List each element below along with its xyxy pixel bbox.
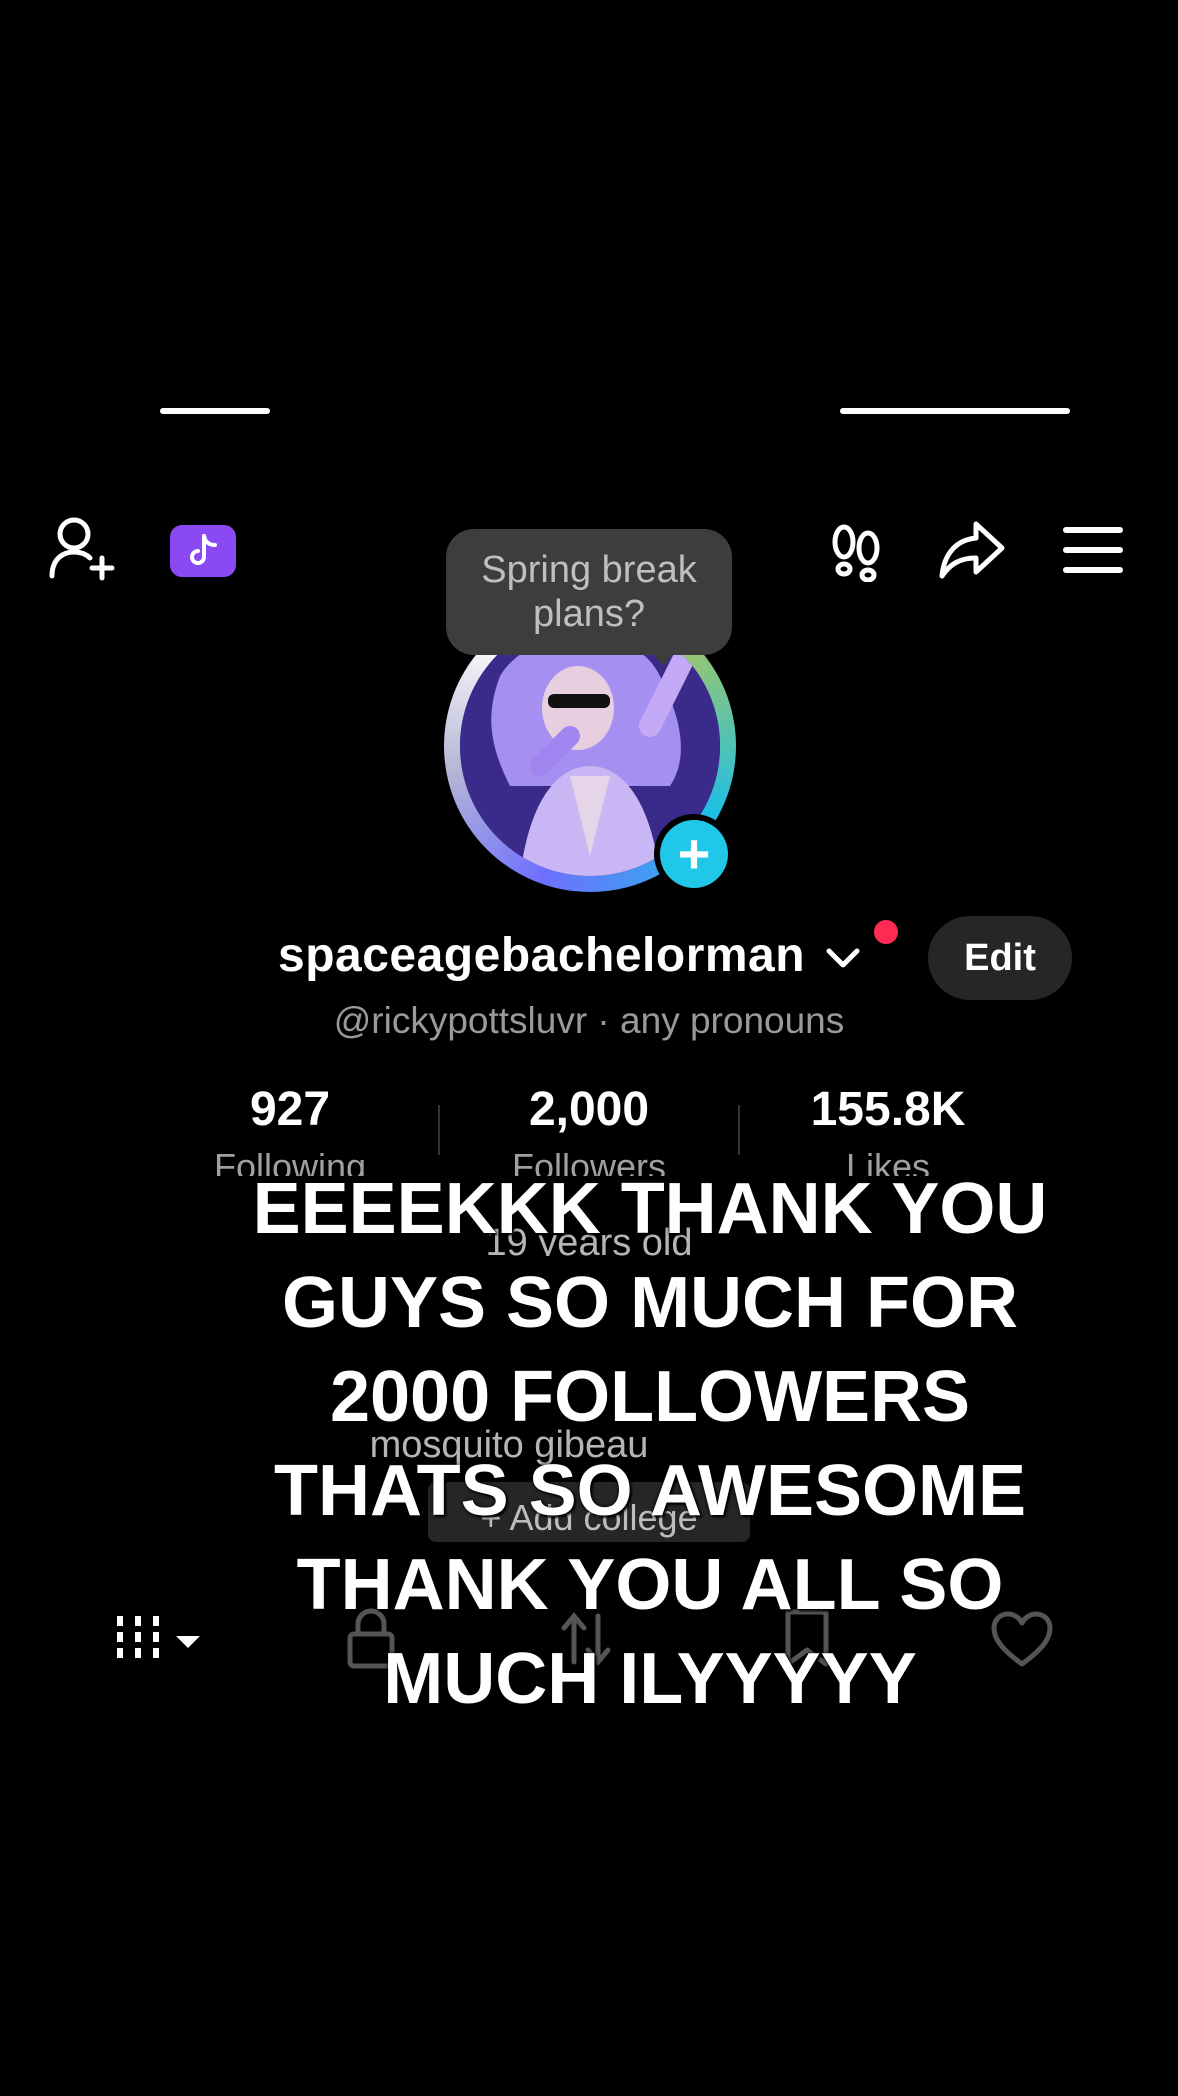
caption-line: EEEEKKK THANK YOU [252, 1169, 1048, 1249]
status-bar-remnant-right [840, 400, 1070, 414]
chevron-down-icon [826, 948, 860, 968]
hamburger-menu-icon [1063, 527, 1123, 573]
add-story-button[interactable]: + [654, 814, 734, 894]
tooltip-line-2: plans? [533, 593, 645, 635]
tooltip-line-1: Spring break [481, 549, 697, 591]
notification-dot [874, 920, 898, 944]
username[interactable]: spaceagebachelorman [278, 928, 863, 983]
tooltip-tail [650, 650, 676, 666]
handle-pronouns: @rickypottsluvr · any pronouns [333, 1000, 845, 1041]
caption-line: THANK YOU ALL SO [296, 1545, 1004, 1625]
username-text: spaceagebachelorman [278, 929, 806, 982]
profile-views-button[interactable] [826, 522, 886, 582]
share-arrow-icon [939, 521, 1005, 579]
menu-button[interactable] [1062, 522, 1124, 578]
add-friend-button[interactable] [46, 514, 122, 584]
plus-icon: + [660, 820, 728, 888]
footprints-icon [832, 524, 880, 582]
grid-icon [117, 1616, 200, 1664]
person-plus-icon [49, 517, 115, 581]
note-tooltip[interactable]: Spring break plans? [446, 529, 732, 655]
tab-grid[interactable] [112, 1610, 208, 1670]
caption-line: MUCH ILYYYYY [383, 1639, 917, 1719]
tiktok-studio-button[interactable] [170, 525, 236, 577]
stat-followers-value[interactable]: 2,000 [439, 1082, 739, 1137]
stat-likes-value[interactable]: 155.8K [738, 1082, 1038, 1137]
edit-profile-button[interactable]: Edit [928, 916, 1072, 1000]
caption-line: GUYS SO MUCH FOR [281, 1263, 1019, 1343]
stat-following-value[interactable]: 927 [140, 1082, 440, 1137]
caption-line: 2000 FOLLOWERS [329, 1357, 971, 1437]
share-profile-button[interactable] [938, 518, 1008, 584]
status-bar-remnant-left [160, 400, 270, 414]
caption-line: THATS SO AWESOME [273, 1451, 1027, 1531]
tiktok-logo-icon [190, 534, 217, 565]
video-caption: EEEEKKK THANK YOU GUYS SO MUCH FOR 2000 … [230, 1162, 1070, 1726]
